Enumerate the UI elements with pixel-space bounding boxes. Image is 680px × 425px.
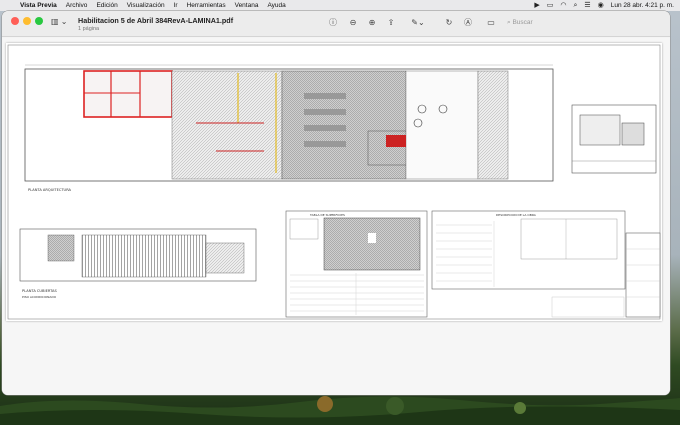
search-icon[interactable]: ⌕ [573,0,577,11]
menu-bar: Vista Previa Archivo Edición Visualizaci… [0,0,680,11]
media-play-icon[interactable]: ▶ [534,0,539,11]
info-icon[interactable]: ⓘ [327,17,339,29]
surface-table-title: TABLA DE SUPERFICIES [309,213,345,217]
roof-plan-sublabel: PISO ACONDICIONADO [22,295,57,299]
roof-plan-label: PLANTA CUBIERTAS [22,289,57,293]
minimize-button[interactable] [23,17,31,25]
sidebar-toggle-icon[interactable]: ▥ ⌄ [51,17,71,28]
control-center-icon[interactable]: ☰ [584,0,590,11]
landscape-wallpaper [0,396,680,425]
close-button[interactable] [11,17,19,25]
document-canvas[interactable]: PLANTA ARQUITECTURA PLANTA CUBIERTAS PIS… [2,38,670,395]
architectural-drawing: PLANTA ARQUITECTURA PLANTA CUBIERTAS PIS… [7,44,661,320]
menu-ir[interactable]: Ir [174,0,178,11]
wifi-icon[interactable]: ◠ [560,0,566,11]
form-fill-icon[interactable]: ▭ [484,17,498,29]
preview-window: ▥ ⌄ Habilitacion 5 de Abril 384RevA-LAMI… [2,11,670,395]
fullscreen-button[interactable] [35,17,43,25]
window-toolbar: ▥ ⌄ Habilitacion 5 de Abril 384RevA-LAMI… [2,11,670,37]
rotate-icon[interactable]: ↻ [443,17,455,29]
menu-archivo[interactable]: Archivo [66,0,88,11]
zoom-out-icon[interactable]: ⊖ [347,17,359,29]
battery-icon[interactable]: ▭ [547,0,554,11]
menu-visualizacion[interactable]: Visualización [127,0,165,11]
document-page-count: 1 página [78,26,100,32]
share-icon[interactable]: ⇪ [385,17,397,29]
menu-ventana[interactable]: Ventana [235,0,259,11]
menu-edicion[interactable]: Edición [96,0,117,11]
search-field[interactable]: ⌕ Buscar [507,17,567,29]
markup-pen-icon[interactable]: ✎⌄ [408,17,428,29]
clock[interactable]: Lun 28 abr. 4:21 p. m. [611,2,674,9]
document-title[interactable]: Habilitacion 5 de Abril 384RevA-LAMINA1.… [78,16,233,25]
zoom-in-icon[interactable]: ⊕ [366,17,378,29]
search-placeholder: Buscar [512,19,533,26]
menu-herramientas[interactable]: Herramientas [187,0,226,11]
description-table-title: DESCRIPCION DE LA OBRA [496,213,537,217]
siri-icon[interactable]: ◉ [598,0,604,11]
menu-app-name[interactable]: Vista Previa [20,0,57,11]
pdf-page[interactable]: PLANTA ARQUITECTURA PLANTA CUBIERTAS PIS… [6,43,662,321]
menu-ayuda[interactable]: Ayuda [267,0,285,11]
plan-label: PLANTA ARQUITECTURA [28,188,72,192]
highlight-icon[interactable]: Ⓐ [462,17,474,29]
